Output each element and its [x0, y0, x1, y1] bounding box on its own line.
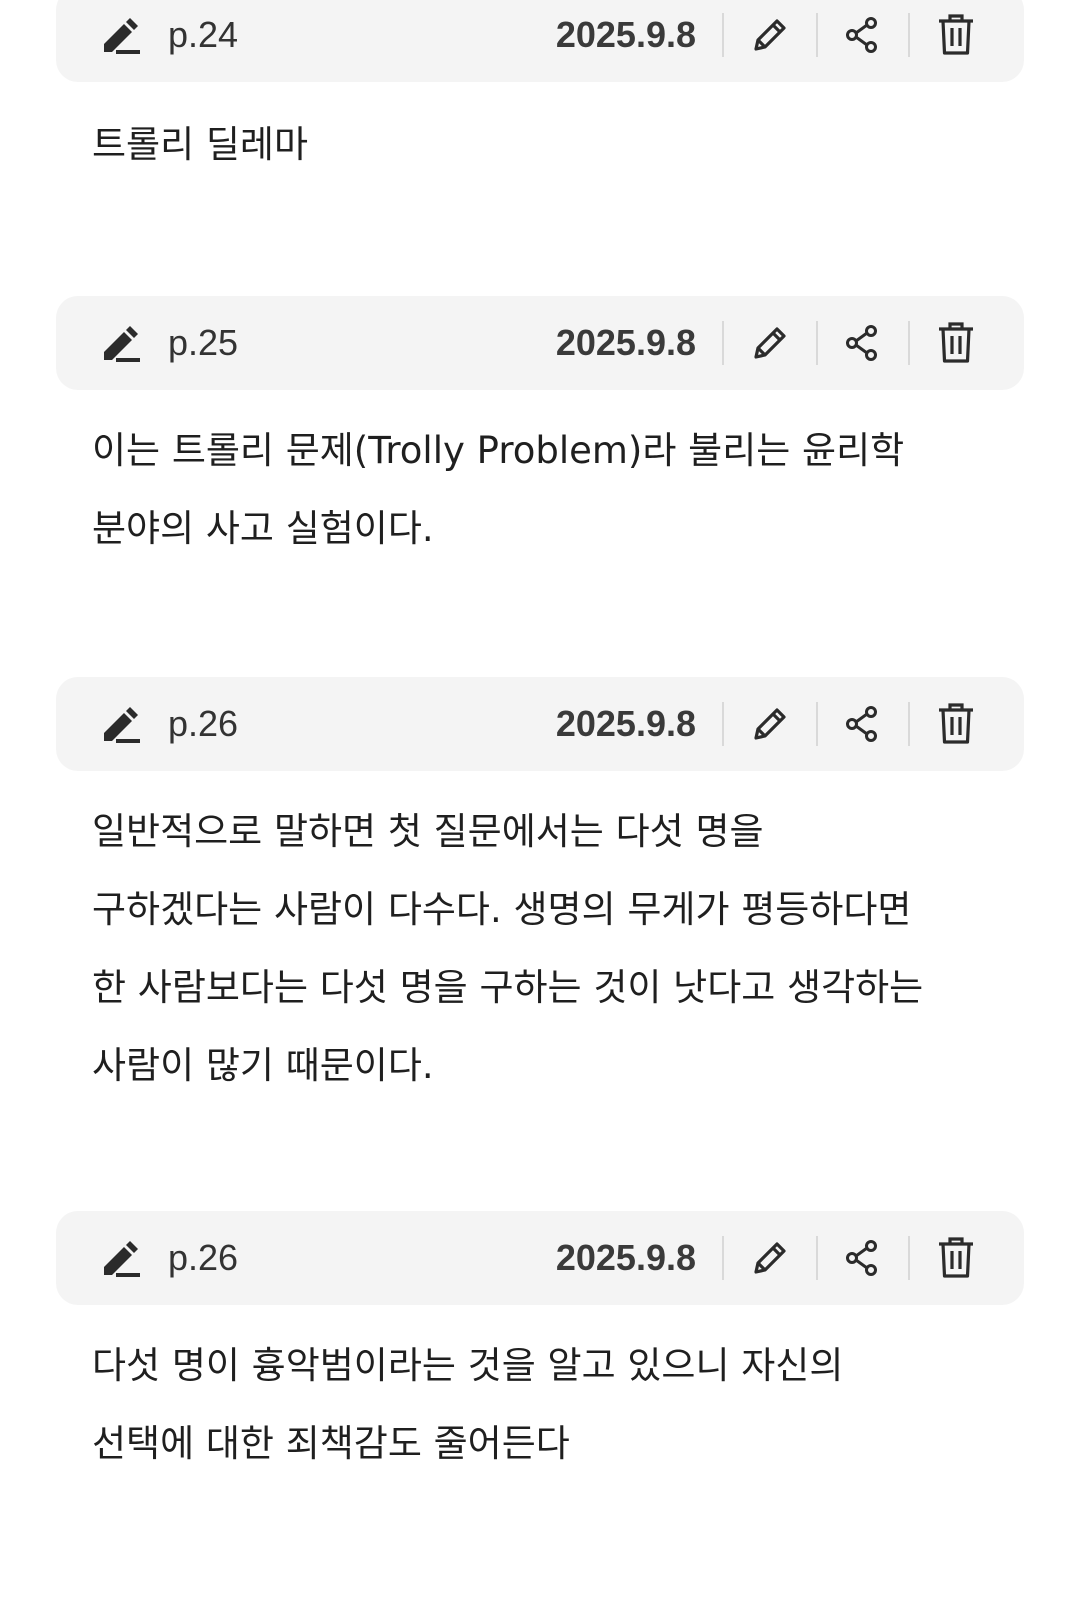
delete-button[interactable]	[928, 8, 984, 62]
note-date: 2025.9.8	[555, 1237, 696, 1278]
note-header: p.24 2025.9.8	[56, 0, 1024, 82]
note-text: 일반적으로 말하면 첫 질문에서는 다섯 명을 구하겠다는 사람이 다수다. 생…	[92, 810, 924, 1087]
edit-button[interactable]	[742, 697, 798, 751]
share-icon	[846, 17, 877, 53]
trash-icon	[939, 14, 973, 55]
pen-writing-icon	[96, 699, 144, 747]
share-button[interactable]	[834, 316, 890, 370]
note-date: 2025.9.8	[555, 14, 696, 55]
share-icon	[846, 706, 877, 742]
trash-icon	[939, 703, 973, 744]
divider	[908, 702, 910, 746]
divider	[908, 321, 910, 365]
divider	[722, 321, 724, 365]
share-icon	[846, 325, 877, 361]
divider	[722, 1236, 724, 1280]
page-number: p.24	[168, 14, 239, 55]
note-text: 트롤리 딜레마	[92, 123, 309, 166]
trash-icon	[939, 322, 973, 363]
page-number: p.25	[168, 322, 239, 363]
page-number: p.26	[168, 703, 239, 744]
pen-writing-icon	[96, 1233, 144, 1281]
divider	[816, 321, 818, 365]
share-icon	[846, 1240, 877, 1276]
pencil-icon	[754, 19, 786, 51]
edit-button[interactable]	[742, 1231, 798, 1285]
edit-button[interactable]	[742, 8, 798, 62]
pen-writing-icon	[96, 10, 144, 58]
note-date: 2025.9.8	[555, 322, 696, 363]
note-date: 2025.9.8	[555, 703, 696, 744]
note-text: 이는 트롤리 문제(Trolly Problem)라 불리는 윤리학 분야의 사…	[92, 429, 905, 550]
divider	[816, 1236, 818, 1280]
delete-button[interactable]	[928, 316, 984, 370]
note-text: 다섯 명이 흉악범이라는 것을 알고 있으니 자신의 선택에 대한 죄책감도 줄…	[92, 1344, 844, 1465]
delete-button[interactable]	[928, 697, 984, 751]
share-button[interactable]	[834, 8, 890, 62]
pen-writing-icon	[96, 318, 144, 366]
pencil-icon	[754, 708, 786, 740]
note-header: p.25 2025.9.8	[56, 296, 1024, 390]
divider	[722, 702, 724, 746]
divider	[722, 13, 724, 57]
pencil-icon	[754, 1242, 786, 1274]
delete-button[interactable]	[928, 1231, 984, 1285]
pencil-icon	[754, 327, 786, 359]
divider	[908, 13, 910, 57]
note-header: p.26 2025.9.8	[56, 677, 1024, 771]
divider	[816, 702, 818, 746]
page-number: p.26	[168, 1237, 239, 1278]
note-header: p.26 2025.9.8	[56, 1211, 1024, 1305]
share-button[interactable]	[834, 697, 890, 751]
divider	[816, 13, 818, 57]
divider	[908, 1236, 910, 1280]
trash-icon	[939, 1237, 973, 1278]
edit-button[interactable]	[742, 316, 798, 370]
share-button[interactable]	[834, 1231, 890, 1285]
